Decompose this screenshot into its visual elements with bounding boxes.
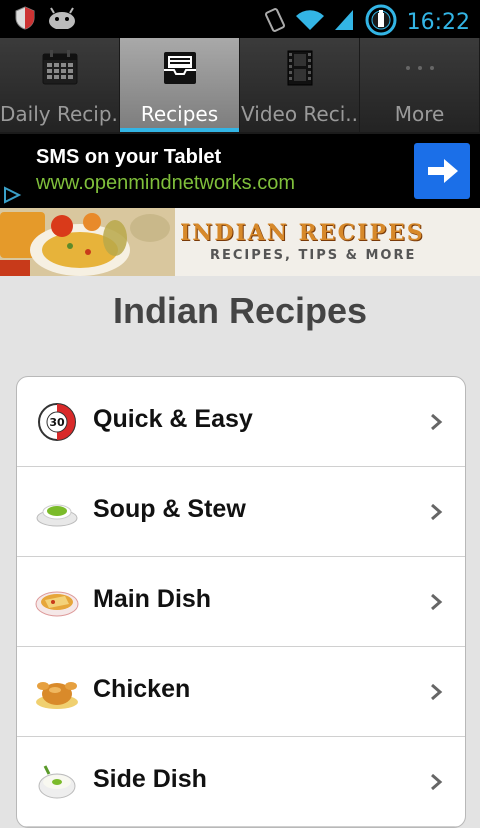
status-bar: 16:22 (0, 0, 480, 38)
more-dots-icon (400, 48, 440, 88)
tab-label: Daily Recip.. (0, 102, 119, 126)
food-photo-image (0, 208, 175, 276)
tab-label: Recipes (140, 102, 219, 126)
vibrate-icon (263, 7, 287, 37)
inbox-icon (160, 48, 200, 88)
ad-url[interactable]: www.openmindnetworks.com (36, 172, 295, 195)
app-banner: INDIAN RECIPES RECIPES, TIPS & MORE (0, 208, 480, 276)
list-item-side-dish[interactable]: Side Dish (17, 737, 465, 827)
soup-bowl-icon (35, 492, 79, 532)
tab-more[interactable]: More (360, 38, 480, 132)
ad-go-button[interactable] (414, 143, 470, 199)
banner-title: INDIAN RECIPES (180, 220, 425, 246)
chevron-right-icon (429, 592, 443, 612)
ad-choices-icon[interactable] (2, 186, 22, 204)
tab-video-recipes[interactable]: Video Reci.. (240, 38, 360, 132)
timer-30-icon: 30 (35, 402, 79, 442)
signal-icon (333, 8, 355, 36)
list-item-soup-stew[interactable]: Soup & Stew (17, 467, 465, 557)
calendar-icon (40, 48, 80, 88)
shield-icon (14, 6, 36, 34)
svg-text:30: 30 (49, 416, 65, 429)
list-item-label: Soup & Stew (93, 495, 246, 523)
list-item-label: Quick & Easy (93, 405, 253, 433)
chevron-right-icon (429, 682, 443, 702)
category-list: 30 Quick & Easy Soup & Stew Main Dish Ch… (16, 376, 466, 828)
list-item-quick-easy[interactable]: 30 Quick & Easy (17, 377, 465, 467)
film-icon (280, 48, 320, 88)
page-title: Indian Recipes (112, 290, 368, 331)
list-item-label: Main Dish (93, 585, 212, 613)
tab-bar: Daily Recip.. Recipes Video Reci.. More (0, 38, 480, 134)
ad-banner[interactable]: SMS on your Tablet www.openmindnetworks.… (0, 134, 480, 208)
clock-time: 16:22 (406, 9, 470, 35)
android-icon (48, 7, 76, 33)
roast-chicken-icon (35, 672, 79, 712)
main-dish-plate-icon (35, 582, 79, 622)
tab-recipes[interactable]: Recipes (120, 38, 240, 132)
chevron-right-icon (429, 412, 443, 432)
list-item-main-dish[interactable]: Main Dish (17, 557, 465, 647)
wifi-icon (295, 8, 325, 36)
side-dish-bowl-icon (35, 762, 79, 802)
list-item-label: Chicken (93, 675, 191, 703)
banner-subtitle: RECIPES, TIPS & MORE (210, 248, 417, 263)
list-item-chicken[interactable]: Chicken (17, 647, 465, 737)
tab-label: More (394, 102, 445, 126)
arrow-right-icon (414, 159, 470, 203)
ad-title: SMS on your Tablet (36, 146, 222, 168)
chevron-right-icon (429, 502, 443, 522)
tab-daily-recipes[interactable]: Daily Recip.. (0, 38, 120, 132)
tab-indicator (120, 128, 239, 132)
tab-label: Video Reci.. (241, 102, 358, 126)
battery-charging-icon (363, 4, 399, 40)
list-item-label: Side Dish (93, 765, 207, 793)
chevron-right-icon (429, 772, 443, 792)
